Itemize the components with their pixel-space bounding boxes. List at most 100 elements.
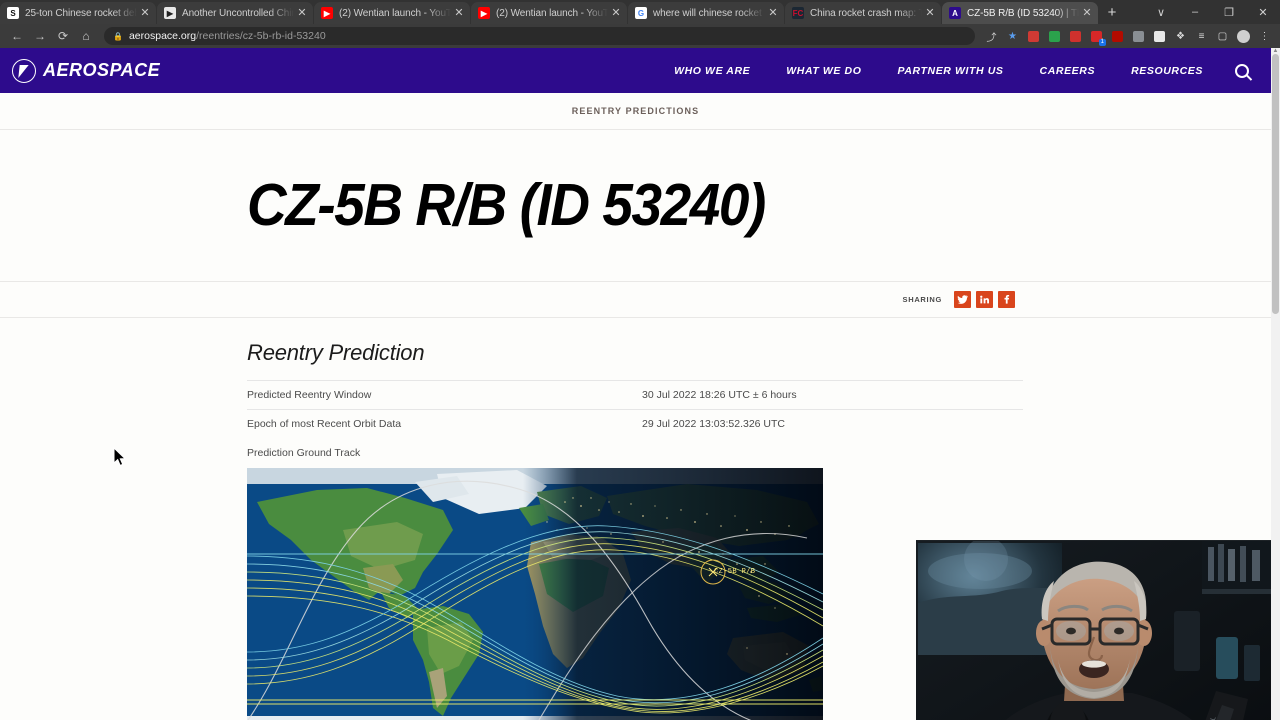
brand-name: AEROSPACE [43, 60, 161, 80]
foxnews-icon: FC [792, 7, 804, 19]
bookmark-star-icon[interactable]: ★ [1003, 27, 1022, 46]
aerospace-icon: A [949, 7, 961, 19]
reload-icon[interactable]: ⟳ [52, 26, 74, 46]
tab-close-icon[interactable]: ✕ [139, 7, 151, 19]
site-header: AEROSPACE WHO WE ARE WHAT WE DO PARTNER WI… [0, 48, 1271, 93]
section-heading: Reentry Prediction [247, 340, 425, 365]
youtube-icon: ▶ [321, 7, 333, 19]
extension-red-icon[interactable] [1024, 27, 1043, 46]
reentry-facts-table: Predicted Reentry Window 30 Jul 2022 18:2… [247, 380, 1023, 438]
nav-item-who-we-are[interactable]: WHO WE ARE [656, 65, 768, 77]
record-circle-icon[interactable] [1150, 27, 1169, 46]
nav-item-careers[interactable]: CAREERS [1022, 65, 1114, 77]
aerospace-logo[interactable]: AEROSPACE [12, 58, 161, 83]
page-title: CZ-5B R/B (ID 53240) [247, 172, 766, 238]
notification-badge: 1 [1098, 38, 1106, 46]
screenshot-icon[interactable] [1129, 27, 1148, 46]
main-navigation: WHO WE ARE WHAT WE DO PARTNER WITH US CAREE… [656, 65, 1221, 77]
url-host: aerospace.org [128, 30, 197, 42]
tab-title: China rocket crash map: Track L [810, 7, 922, 19]
adobe-acrobat-icon-glyph [1112, 30, 1123, 42]
sharing-label: SHARING [902, 295, 942, 304]
avatar [1237, 29, 1250, 43]
table-row: Predicted Reentry Window 30 Jul 2022 18:2… [247, 380, 1023, 410]
browser-tab[interactable]: FC China rocket crash map: Track L✕ [785, 2, 941, 24]
tab-close-icon[interactable]: ✕ [610, 7, 622, 19]
record-circle-icon-glyph [1154, 30, 1165, 42]
url-path: /reentries/cz-5b-rb-id-53240 [196, 30, 326, 42]
youtube-icon: ▶ [478, 7, 490, 19]
maximize-button[interactable]: ❐ [1212, 0, 1246, 24]
adobe-acrobat-icon[interactable] [1108, 27, 1127, 46]
lock-icon: 🔒 [113, 31, 123, 41]
google-drive-icon[interactable] [1045, 27, 1064, 46]
browser-tab[interactable]: ▶ Another Uncontrolled Chinese R✕ [157, 2, 313, 24]
map-object-label: CZ-5B R/B [714, 568, 756, 576]
tab-title: (2) Wentian launch - YouTube [496, 7, 608, 19]
browser-tab[interactable]: A CZ-5B R/B (ID 53240) | The Aero✕ [942, 2, 1098, 24]
toolbar-icon-group: ⤴ ★ 1 ❖ ≡ ▢ ⋮ [982, 27, 1274, 46]
forward-icon[interactable]: → [29, 26, 51, 46]
extension-crimson-icon[interactable] [1066, 27, 1085, 46]
browser-tab[interactable]: ▶ (2) Wentian launch - YouTube✕ [471, 2, 627, 24]
tab-close-icon[interactable]: ✕ [924, 7, 936, 19]
fact-value: 29 Jul 2022 13:03:52.326 UTC [642, 418, 786, 430]
reading-list-icon[interactable]: ≡ [1192, 27, 1211, 46]
twitter-share-icon[interactable] [954, 291, 971, 308]
extension-badge-icon[interactable]: 1 [1087, 27, 1106, 46]
share-icon[interactable]: ⤴ [982, 27, 1001, 46]
nav-item-resources[interactable]: RESOURCES [1113, 65, 1221, 77]
tab-search-icon[interactable]: ∨ [1144, 0, 1178, 24]
ground-track-map[interactable]: CZ-5B R/B [247, 468, 823, 720]
site-search-button[interactable] [1221, 63, 1271, 78]
chrome-menu-icon[interactable]: ⋮ [1255, 27, 1274, 46]
close-window-button[interactable]: ✕ [1246, 0, 1280, 24]
share-bar: SHARING [0, 282, 1271, 318]
space-com-icon: S [7, 7, 19, 19]
facebook-share-icon[interactable] [998, 291, 1015, 308]
puzzle-extensions-icon[interactable]: ❖ [1171, 27, 1190, 46]
tab-title: where will chinese rocket debris [653, 7, 765, 19]
tab-title: (2) Wentian launch - YouTube [339, 7, 451, 19]
ground-track-label: Prediction Ground Track [247, 447, 361, 459]
tab-close-icon[interactable]: ✕ [767, 7, 779, 19]
minimize-button[interactable]: – [1178, 0, 1212, 24]
side-panel-icon[interactable]: ▢ [1213, 27, 1232, 46]
google-icon: G [635, 7, 647, 19]
presenter-webcam-overlay: MODEL [916, 540, 1280, 720]
table-row: Epoch of most Recent Orbit Data 29 Jul 20… [247, 409, 1023, 439]
google-drive-icon-glyph [1049, 30, 1060, 42]
browser-tab[interactable]: S 25-ton Chinese rocket debris wi✕ [0, 2, 156, 24]
browser-toolbar: ← → ⟳ ⌂ 🔒 aerospace.org/reentries/cz-5b-… [0, 24, 1280, 48]
hero-section: CZ-5B R/B (ID 53240) [0, 130, 1271, 282]
extension-crimson-icon-glyph [1070, 30, 1081, 42]
back-icon[interactable]: ← [6, 26, 28, 46]
tab-close-icon[interactable]: ✕ [296, 7, 308, 19]
search-icon [1235, 63, 1249, 78]
browser-window: S25-ton Chinese rocket debris wi✕ ▶ Anothe… [0, 0, 1280, 720]
window-controls: ∨ – ❐ ✕ [1144, 0, 1280, 24]
nav-item-what-we-do[interactable]: WHAT WE DO [768, 65, 879, 77]
fact-key: Epoch of most Recent Orbit Data [247, 418, 402, 430]
home-icon[interactable]: ⌂ [75, 26, 97, 46]
video-icon: ▶ [164, 7, 176, 19]
tab-title: CZ-5B R/B (ID 53240) | The Aero [967, 7, 1079, 19]
page-scrollbar[interactable]: ▲ [1271, 48, 1280, 720]
breadcrumb-label[interactable]: REENTRY PREDICTIONS [572, 106, 699, 116]
tab-close-icon[interactable]: ✕ [453, 7, 465, 19]
mouse-cursor [113, 446, 127, 472]
address-bar[interactable]: 🔒 aerospace.org/reentries/cz-5b-rb-id-53… [104, 27, 975, 45]
profile-avatar-icon[interactable] [1234, 27, 1253, 46]
fact-key: Predicted Reentry Window [247, 389, 372, 401]
page-viewport: AEROSPACE WHO WE ARE WHAT WE DO PARTNER WI… [0, 48, 1280, 720]
tab-close-icon[interactable]: ✕ [1081, 7, 1093, 19]
linkedin-share-icon[interactable] [976, 291, 993, 308]
browser-tab[interactable]: ▶ (2) Wentian launch - YouTube✕ [314, 2, 470, 24]
new-tab-button[interactable]: + [1099, 0, 1125, 24]
browser-tab[interactable]: Gwhere will chinese rocket debris✕ [628, 2, 784, 24]
tab-list: S25-ton Chinese rocket debris wi✕ ▶ Anothe… [0, 0, 1099, 24]
nav-item-partner-with-us[interactable]: PARTNER WITH US [880, 65, 1022, 77]
tab-strip: S25-ton Chinese rocket debris wi✕ ▶ Anothe… [0, 0, 1280, 24]
tab-title: Another Uncontrolled Chinese R [182, 7, 294, 19]
scrollbar-thumb[interactable] [1272, 54, 1279, 314]
